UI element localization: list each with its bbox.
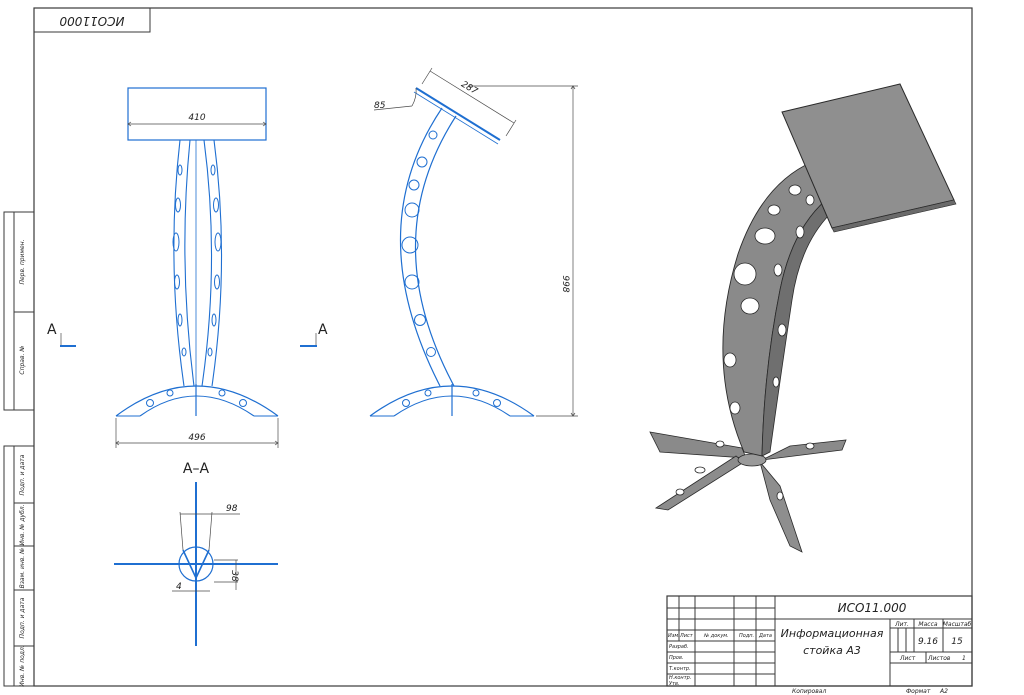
dim-98: 98 — [226, 504, 238, 514]
section-marker-left: A — [47, 322, 76, 347]
dim-998: 998 — [560, 275, 570, 292]
isometric-view — [649, 83, 957, 553]
svg-text:Масштаб: Масштаб — [943, 621, 972, 628]
svg-text:Т.контр.: Т.контр. — [669, 666, 691, 672]
title-block-name-2: стойка А3 — [803, 644, 861, 657]
title-block-code: ИСО11.000 — [838, 601, 907, 615]
svg-text:Пров.: Пров. — [669, 655, 684, 661]
svg-text:Дата: Дата — [758, 633, 772, 639]
dim-38: 38 — [229, 570, 239, 582]
section-marker-right: A — [300, 322, 328, 347]
svg-text:Масса: Масса — [918, 621, 937, 628]
format-label: Формат — [906, 688, 931, 695]
svg-text:Подп. и дата: Подп. и дата — [19, 454, 26, 495]
svg-text:Инв. № дубл.: Инв. № дубл. — [19, 504, 26, 545]
svg-text:Справ. №: Справ. № — [19, 345, 26, 374]
copied-label: Копировал — [792, 688, 826, 695]
svg-text:Лит.: Лит. — [894, 621, 909, 628]
format-value: А2 — [939, 688, 948, 695]
section-aa: A–A 98 38 4 — [114, 461, 278, 646]
technical-drawing: ИСО11000 Перв. примен. Справ. № Подп. и … — [3, 7, 973, 695]
svg-text:Листов: Листов — [927, 655, 951, 662]
dim-496: 496 — [188, 433, 205, 443]
side-view: 85 287 998 — [369, 67, 578, 417]
svg-text:Утв.: Утв. — [669, 681, 680, 687]
section-title: A–A — [183, 461, 210, 477]
svg-text:№ докум.: № докум. — [703, 633, 729, 639]
svg-text:Разраб.: Разраб. — [669, 644, 689, 650]
svg-text:1: 1 — [962, 655, 966, 662]
svg-text:A: A — [47, 322, 57, 338]
svg-text:Перв. примен.: Перв. примен. — [19, 239, 26, 284]
svg-text:Лист: Лист — [679, 633, 694, 639]
mass-value: 9.16 — [918, 637, 938, 647]
svg-text:Подп.: Подп. — [739, 633, 754, 639]
front-view: 410 496 — [115, 87, 279, 448]
svg-text:A: A — [318, 322, 328, 338]
stamp-code: ИСО11000 — [59, 14, 124, 28]
svg-text:Изм.: Изм. — [668, 633, 680, 639]
left-strip: Перв. примен. Справ. № Подп. и дата Инв.… — [3, 211, 35, 687]
svg-text:Подп. и дата: Подп. и дата — [19, 597, 26, 638]
svg-text:Взам. инв. №: Взам. инв. № — [19, 548, 26, 589]
dim-287: 287 — [459, 80, 479, 98]
dim-410: 410 — [188, 113, 205, 123]
dim-4: 4 — [176, 582, 182, 592]
svg-text:Лист: Лист — [899, 655, 916, 662]
title-block: ИСО11.000 Информационная стойка А3 Лит. … — [666, 595, 973, 687]
dim-85: 85 — [374, 101, 386, 111]
title-block-name-1: Информационная — [781, 627, 884, 640]
scale-value: 15 — [951, 637, 963, 647]
svg-text:Инв. № подл.: Инв. № подл. — [19, 645, 26, 686]
